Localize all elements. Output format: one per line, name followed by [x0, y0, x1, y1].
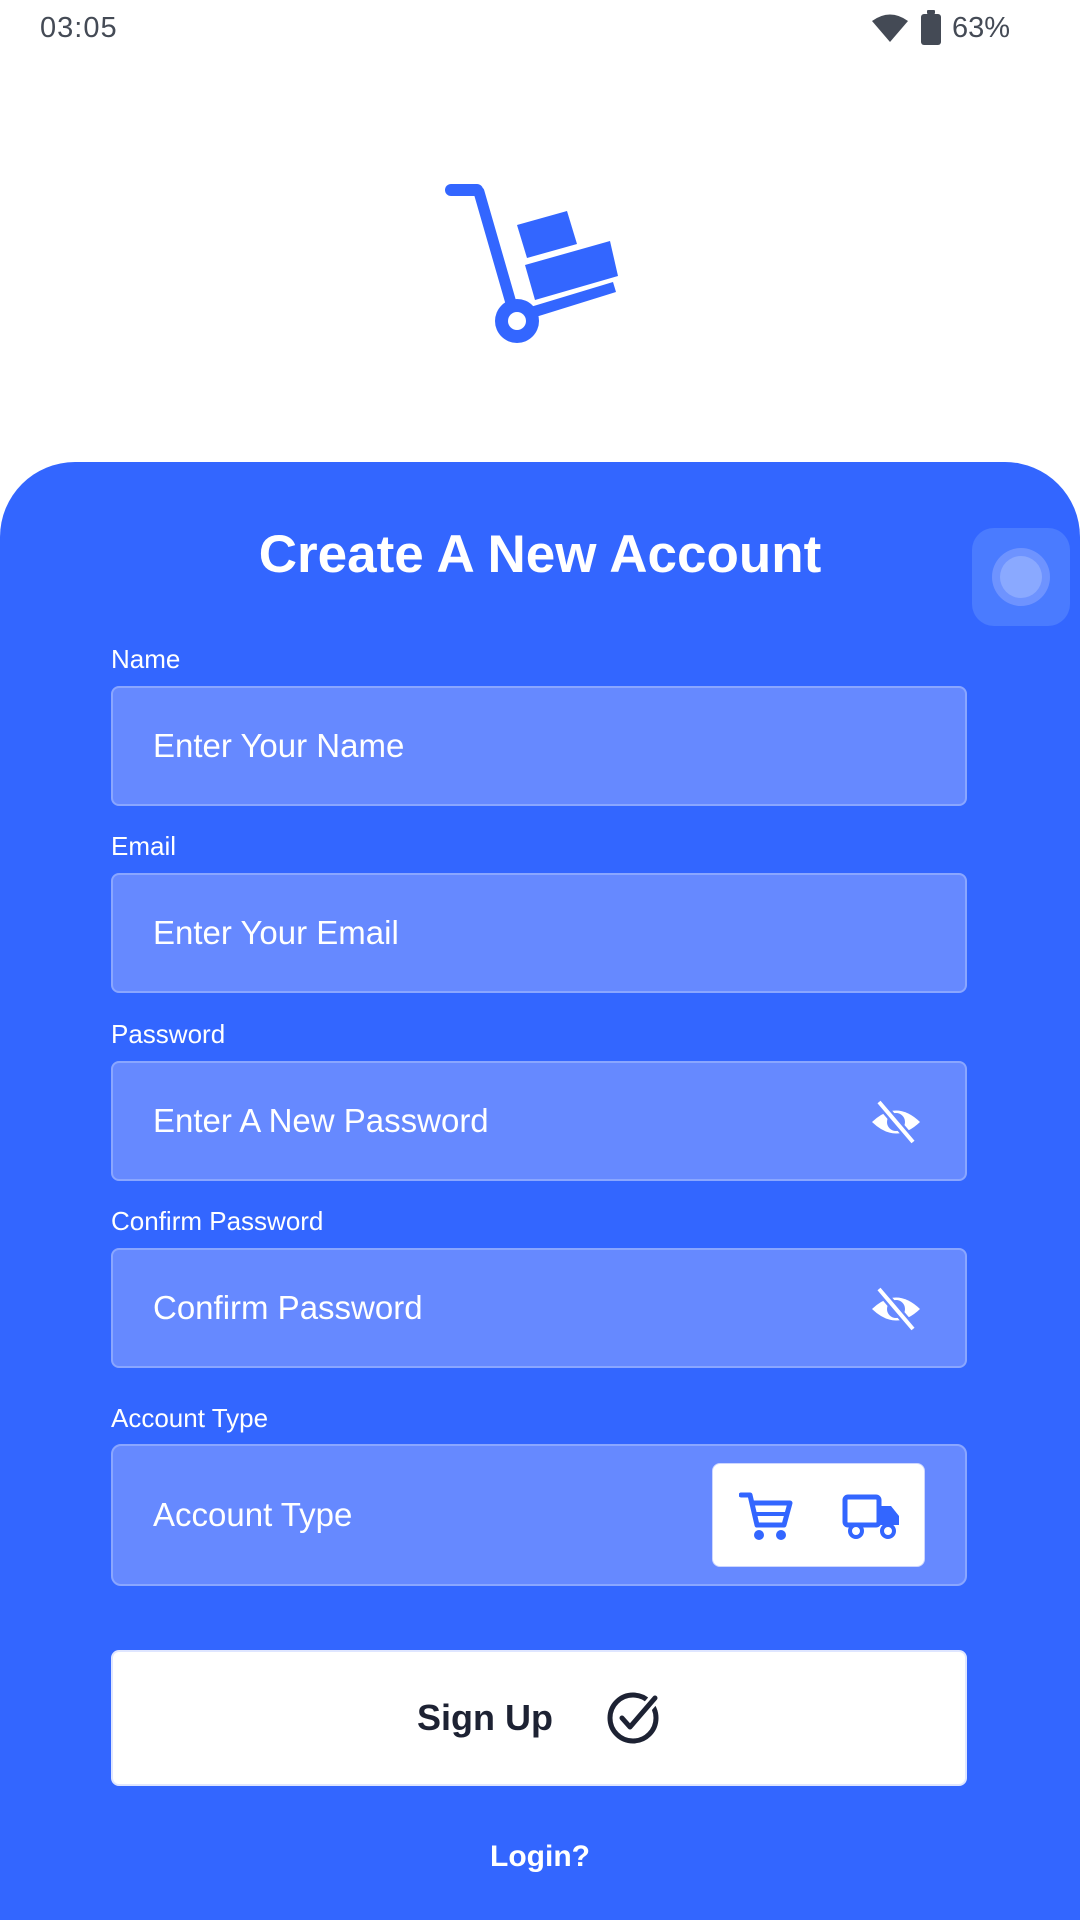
hand-truck-icon [445, 184, 618, 343]
battery-icon [920, 10, 941, 45]
email-field[interactable] [111, 873, 967, 993]
confirm-password-field[interactable] [111, 1248, 967, 1368]
email-input[interactable] [153, 875, 813, 991]
status-icons: 63% [870, 10, 1010, 46]
eye-off-icon[interactable] [869, 1284, 923, 1334]
account-type-field[interactable]: Account Type [111, 1444, 967, 1586]
status-bar: 03:05 63% [0, 0, 1080, 60]
eye-off-icon[interactable] [869, 1097, 923, 1147]
password-label: Password [111, 1019, 226, 1049]
cart-icon[interactable] [739, 1490, 793, 1542]
sign-up-button[interactable]: Sign Up [111, 1650, 967, 1786]
check-circle-icon [607, 1692, 661, 1744]
password-field[interactable] [111, 1061, 967, 1181]
confirm-password-label: Confirm Password [111, 1206, 324, 1236]
password-input[interactable] [153, 1063, 813, 1179]
account-type-value: Account Type [153, 1496, 353, 1533]
sign-up-label: Sign Up [417, 1697, 553, 1738]
name-label: Name [111, 644, 181, 674]
email-label: Email [111, 831, 177, 861]
account-type-option-buyer[interactable] [713, 1464, 819, 1568]
account-type-toggle[interactable] [712, 1463, 925, 1567]
name-input[interactable] [153, 688, 813, 804]
wifi-icon [871, 14, 908, 42]
battery-percentage: 63% [951, 11, 1010, 44]
account-type-option-seller[interactable] [819, 1464, 925, 1568]
login-link[interactable]: Login? [0, 1840, 1080, 1874]
confirm-password-input[interactable] [153, 1250, 813, 1366]
page-title: Create A New Account [258, 525, 822, 584]
account-type-label: Account Type [111, 1403, 269, 1433]
truck-icon[interactable] [842, 1492, 902, 1540]
status-time: 03:05 [40, 12, 118, 44]
name-field[interactable] [111, 686, 967, 806]
